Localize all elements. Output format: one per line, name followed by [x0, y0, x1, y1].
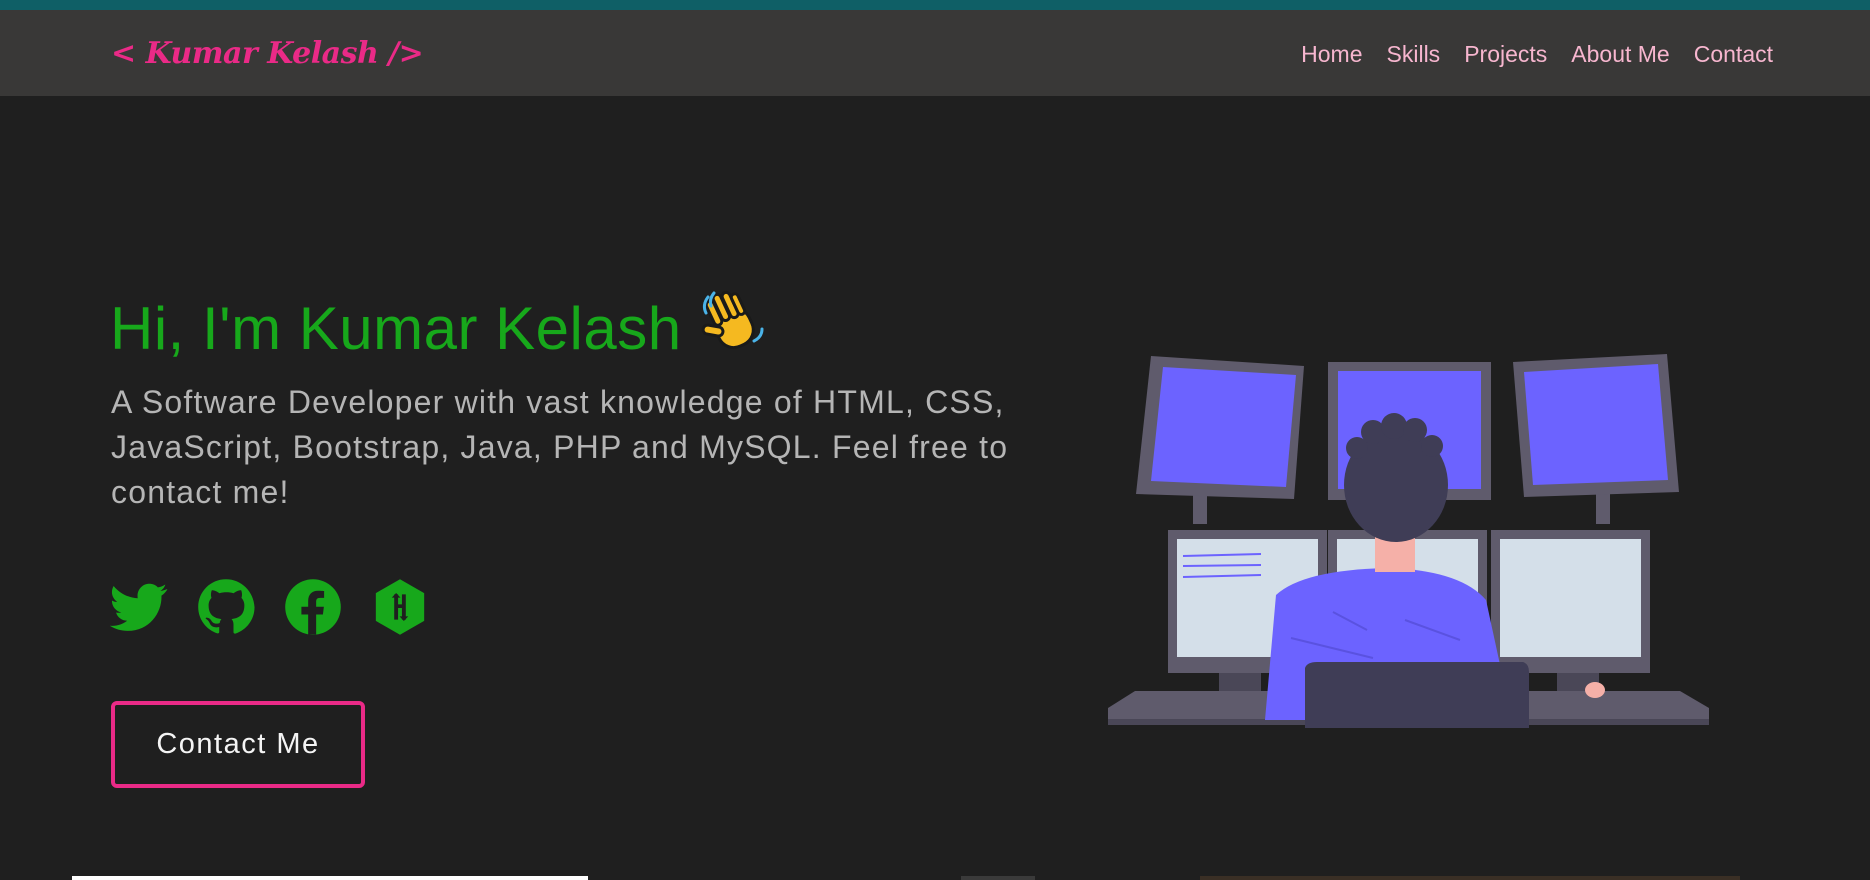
bottom-edge-segment — [961, 876, 1035, 880]
nav-link-skills[interactable]: Skills — [1387, 41, 1441, 68]
social-links — [109, 578, 429, 636]
hero-heading: Hi, I'm Kumar Kelash — [110, 287, 766, 367]
nav-link-contact[interactable]: Contact — [1694, 41, 1773, 68]
nav-link-about-me[interactable]: About Me — [1571, 41, 1669, 68]
site-logo[interactable]: < Kumar Kelash /> — [111, 36, 424, 71]
nav-link-projects[interactable]: Projects — [1464, 41, 1547, 68]
facebook-icon — [285, 579, 341, 635]
github-icon — [198, 579, 255, 634]
hero-heading-text: Hi, I'm Kumar Kelash — [110, 295, 682, 362]
twitter-link[interactable] — [109, 578, 168, 636]
waving-hand-icon — [700, 287, 766, 367]
developer-at-monitors-illustration — [1108, 354, 1709, 728]
facebook-link[interactable] — [284, 578, 342, 636]
github-link[interactable] — [197, 578, 255, 636]
contact-me-button[interactable]: Contact Me — [111, 701, 365, 788]
hackerrank-icon — [375, 579, 425, 635]
twitter-icon — [109, 583, 168, 631]
bottom-edge-segment — [1200, 876, 1740, 880]
bottom-edge-segment — [72, 876, 588, 880]
hackerrank-link[interactable] — [371, 578, 429, 636]
navbar: < Kumar Kelash /> Home Skills Projects A… — [0, 10, 1870, 96]
nav-menu: Home Skills Projects About Me Contact — [1301, 41, 1773, 68]
hero-description: A Software Developer with vast knowledge… — [111, 384, 1009, 510]
nav-link-home[interactable]: Home — [1301, 41, 1362, 68]
top-accent-strip — [0, 0, 1870, 10]
